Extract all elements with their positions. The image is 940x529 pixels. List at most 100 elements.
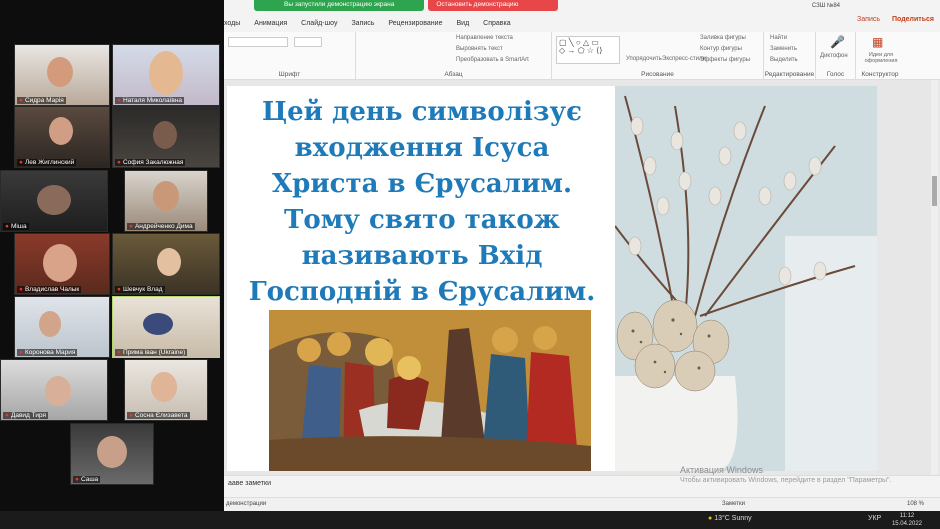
participant-name: ● Давид Тиря [3, 412, 49, 419]
video-gallery: ● Сидра Марія ● Наталя Миколаївна ● Лев Жиг… [0, 0, 224, 511]
windows-activation-text: Чтобы активировать Windows, перейдите в … [680, 477, 892, 484]
account-name: СЗШ №84 [811, 3, 840, 9]
participant-name: ● Андрейченко Дима [127, 223, 195, 230]
slide-line: Христа в Єрусалим. [271, 169, 573, 199]
voice-group-label: Голос [826, 71, 845, 78]
icon-painting-image[interactable] [269, 310, 591, 471]
slide-line: Цей день символізує [262, 97, 582, 127]
notes-placeholder: ааве заметки [228, 480, 272, 487]
participant-tile[interactable]: ● Лев Жиглинский [14, 106, 110, 168]
share-screen-bar: Вы запустили демонстрацию экрана Останов… [254, 0, 559, 11]
editing-group-label: Редактирование [764, 71, 815, 78]
participant-name: ● Міша [3, 223, 29, 230]
text-direction-button[interactable]: Направление текста [456, 35, 513, 41]
participant-tile[interactable]: ● Міша [0, 170, 108, 232]
paragraph-group: Направление текста Выровнять текст Преоб… [356, 32, 552, 80]
design-ideas-button[interactable]: Идеи для оформления [858, 52, 904, 64]
slide[interactable]: Цей день символізує входження Ісуса Хрис… [227, 86, 877, 471]
participant-tile[interactable]: ● Саша [70, 423, 154, 485]
stop-share-button[interactable]: Остановить демонстрацию [428, 0, 559, 11]
participant-name: ● Сидра Марія [17, 97, 66, 104]
participant-name: ● Саша [73, 476, 101, 483]
participant-name: ● Наталя Миколаївна [115, 97, 185, 104]
drawing-group: ▢ ╲ ○ △ ▭ ◇ → ⬠ ☆ ⟨⟩ Упорядочить Экспресс… [552, 32, 764, 80]
voice-group: 🎤 Диктофон Голос [816, 32, 856, 80]
tab-help[interactable]: Справка [483, 20, 510, 27]
select-button[interactable]: Выделить [770, 57, 798, 63]
dictate-button[interactable]: Диктофон [820, 53, 848, 59]
ribbon: Шрифт Направление текста Выровнять текст… [224, 32, 940, 80]
tab-record[interactable]: Запись [351, 20, 374, 27]
participant-tile[interactable]: ● Коронова Мария [14, 296, 110, 358]
participant-name: ● Коронова Мария [17, 349, 78, 356]
slide-line: Господній в Єрусалим. [248, 277, 596, 307]
shape-fill-button[interactable]: Заливка фигуры [700, 35, 746, 41]
designer-group-label: Конструктор [861, 71, 899, 78]
participant-name: ● София Закалюжная [115, 159, 186, 166]
designer-group: ▦ Идеи для оформления Конструктор [856, 32, 904, 80]
tab-slideshow[interactable]: Слайд-шоу [301, 20, 337, 27]
tab-review[interactable]: Рецензирование [388, 20, 442, 27]
participant-name: ● Владислав Чалык [17, 286, 82, 293]
participant-name: ● Прима іван (Ukraine) [115, 349, 188, 356]
slide-editor: Цей день символізує входження Ісуса Хрис… [224, 80, 940, 475]
record-button[interactable]: Запись [857, 16, 880, 23]
clock-date: 15.04.2022 [891, 521, 922, 527]
font-name-box[interactable] [228, 37, 288, 47]
participant-tile[interactable]: ● София Закалюжная [112, 106, 220, 168]
scroll-thumb[interactable] [932, 176, 937, 206]
paragraph-group-label: Абзац [444, 71, 463, 78]
powerpoint-window: Вы запустили демонстрацию экрана Останов… [224, 0, 940, 511]
participant-name: ● Сосна Єлизавета [127, 412, 190, 419]
clock-time: 11:12 [899, 513, 915, 519]
find-button[interactable]: Найти [770, 35, 787, 41]
status-bar: демонстрации Заметки 108 % [224, 497, 940, 511]
participant-tile[interactable]: ● Давид Тиря [0, 359, 108, 421]
smartart-button[interactable]: Преобразовать в SmartArt [456, 57, 529, 63]
shape-effects-button[interactable]: Эффекты фигуры [700, 57, 750, 63]
participant-tile[interactable]: ● Андрейченко Дима [124, 170, 208, 232]
zoom-level[interactable]: 108 % [907, 501, 924, 507]
screen: ● Сидра Марія ● Наталя Миколаївна ● Лев Жиг… [0, 0, 940, 529]
participant-name: ● Лев Жиглинский [17, 159, 77, 166]
willow-eggs-photo[interactable] [615, 86, 877, 471]
slide-line: називають Вхід [301, 241, 543, 271]
slide-line: Тому свято також [284, 205, 560, 235]
microphone-icon[interactable]: 🎤 [830, 35, 845, 49]
share-button[interactable]: Поделиться [892, 16, 934, 23]
language-indicator[interactable]: УКР [868, 515, 881, 522]
align-text-button[interactable]: Выровнять текст [456, 46, 503, 52]
taskbar: ● 13°C Sunny УКР 11:12 15.04.2022 [0, 511, 940, 529]
share-status-label: Вы запустили демонстрацию экрана [254, 0, 425, 11]
arrange-button[interactable]: Упорядочить [626, 56, 662, 62]
participant-tile[interactable]: ● Шевчук Влад [112, 233, 220, 295]
editing-group: Найти Заменить Выделить Редактирование [764, 32, 816, 80]
windows-activation-title: Активация Windows [680, 465, 763, 475]
slide-text[interactable]: Цей день символізує входження Ісуса Хрис… [227, 94, 617, 310]
vertical-scrollbar[interactable] [931, 80, 938, 475]
ribbon-tabs: ходы Анимация Слайд-шоу Запись Рецензиро… [224, 14, 940, 32]
shape-outline-button[interactable]: Контур фигуры [700, 46, 742, 52]
participant-tile[interactable]: ● Сосна Єлизавета [124, 359, 208, 421]
font-group-label: Шрифт [278, 71, 301, 78]
status-text: демонстрации [226, 501, 267, 507]
font-size-box[interactable] [294, 37, 322, 47]
participant-tile-active[interactable]: ● Прима іван (Ukraine) [112, 296, 220, 358]
clock[interactable]: 11:12 15.04.2022 [892, 512, 922, 528]
shapes-gallery[interactable]: ▢ ╲ ○ △ ▭ ◇ → ⬠ ☆ ⟨⟩ [556, 36, 620, 64]
notes-toggle-button[interactable]: Заметки [722, 501, 745, 507]
slide-line: входження Ісуса [294, 133, 550, 163]
weather-widget[interactable]: ● 13°C Sunny [708, 515, 752, 522]
tab-transitions[interactable]: ходы [224, 20, 240, 27]
font-group: Шрифт [224, 32, 356, 80]
participant-tile[interactable]: ● Наталя Миколаївна [112, 44, 220, 106]
replace-button[interactable]: Заменить [770, 46, 797, 52]
drawing-group-label: Рисование [641, 71, 674, 78]
sun-icon: ● [708, 515, 713, 522]
participant-name: ● Шевчук Влад [115, 286, 165, 293]
participant-tile[interactable]: ● Сидра Марія [14, 44, 110, 106]
design-ideas-icon[interactable]: ▦ [872, 35, 883, 49]
tab-view[interactable]: Вид [456, 20, 469, 27]
tab-animation[interactable]: Анимация [254, 20, 287, 27]
participant-tile[interactable]: ● Владислав Чалык [14, 233, 110, 295]
